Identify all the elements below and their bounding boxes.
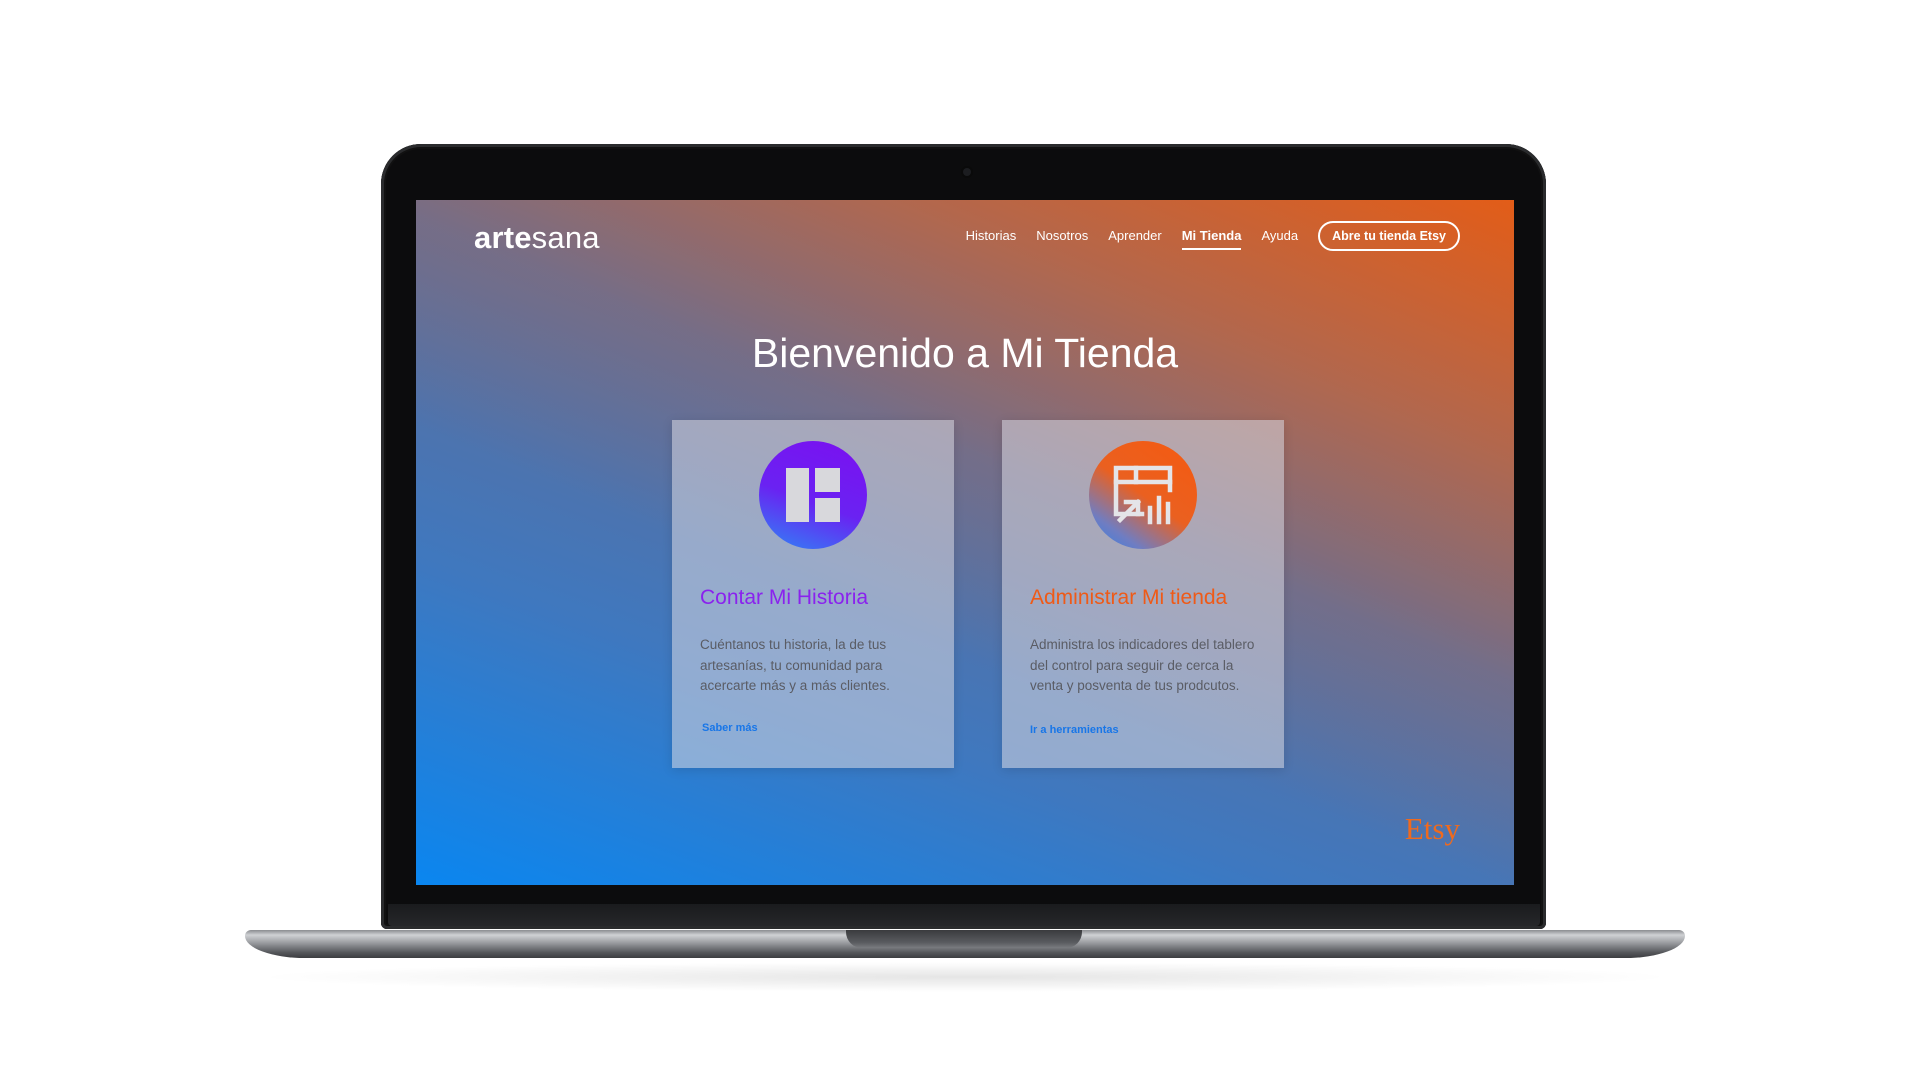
go-to-tools-link[interactable]: Ir a herramientas <box>1030 724 1119 736</box>
card-description: Administra los indicadores del tablero d… <box>1030 637 1255 693</box>
layout-icon <box>759 441 867 549</box>
nav-mi-tienda[interactable]: Mi Tienda <box>1181 220 1241 252</box>
learn-more-link[interactable]: Saber más <box>702 722 758 734</box>
brand-logo-regular: sana <box>531 220 600 255</box>
dashboard-analytics-icon <box>1089 441 1197 549</box>
brand-logo-bold: arte <box>474 220 532 255</box>
laptop-chin <box>388 904 1540 926</box>
nav-nosotros[interactable]: Nosotros <box>1036 220 1088 252</box>
laptop-shadow <box>250 962 1680 992</box>
webcam <box>963 168 971 176</box>
card-description: Cuéntanos tu historia, la de tus artesan… <box>700 637 890 693</box>
card-title: Administrar Mi tienda <box>1030 586 1228 609</box>
page-title: Bienvenido a Mi Tienda <box>751 330 1179 376</box>
nav-historias[interactable]: Historias <box>966 220 1017 252</box>
browser-screen: artesana Historias Nosotros Aprender Mi … <box>416 200 1514 885</box>
nav-aprender[interactable]: Aprender <box>1108 220 1161 252</box>
card-administrar-tienda: Administrar Mi tienda Administra los ind… <box>1002 420 1284 768</box>
card-contar-historia: Contar Mi Historia Cuéntanos tu historia… <box>672 420 954 768</box>
open-etsy-store-button[interactable]: Abre tu tienda Etsy <box>1318 221 1460 251</box>
laptop-notch <box>846 930 1082 948</box>
main-nav: Historias Nosotros Aprender Mi Tienda Ay… <box>946 220 1460 252</box>
card-title: Contar Mi Historia <box>700 586 869 609</box>
nav-ayuda[interactable]: Ayuda <box>1261 220 1298 252</box>
brand-logo[interactable]: artesana <box>474 220 600 256</box>
etsy-logo[interactable]: Etsy <box>1405 811 1460 847</box>
